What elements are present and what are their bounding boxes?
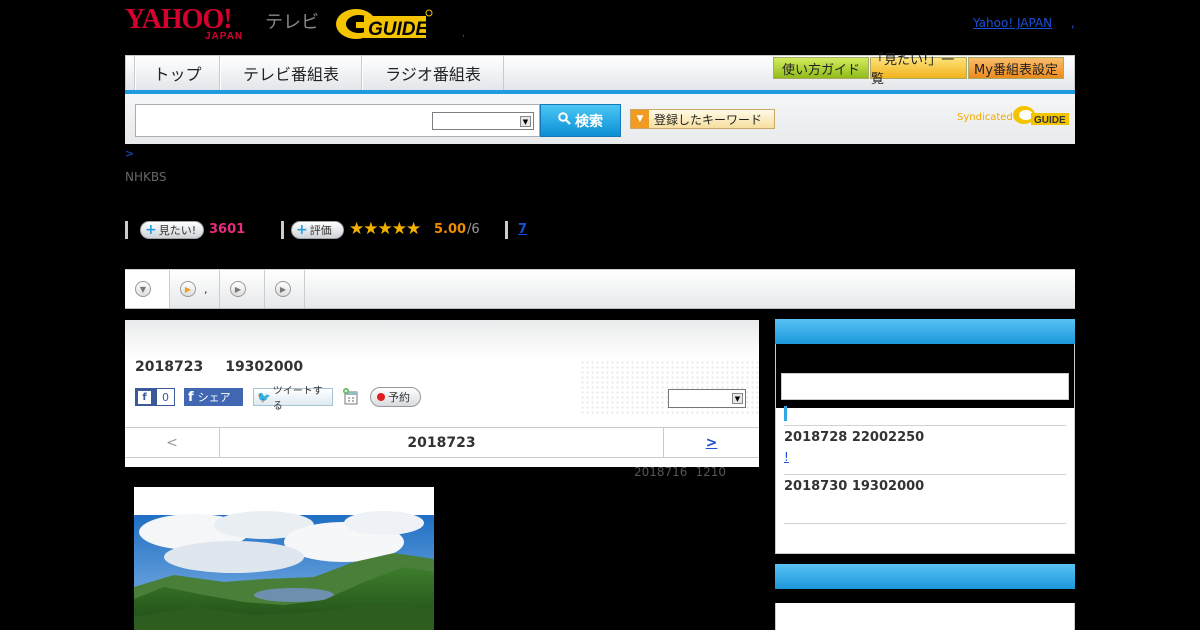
syndicated-text: Syndicated xyxy=(957,112,1013,123)
twitter-bird-icon: 🐦 xyxy=(257,390,271,404)
main-select[interactable]: ▼ xyxy=(668,389,746,408)
my-schedule-button[interactable]: My番組表設定 xyxy=(968,57,1064,79)
tab-3[interactable]: ▶ xyxy=(220,270,265,308)
rating-stars-icon: ★★★★★ xyxy=(349,219,421,239)
tab-2-label: , xyxy=(204,282,208,296)
breadcrumb[interactable]: > xyxy=(125,147,134,160)
gguide-logo[interactable]: GUIDE xyxy=(334,6,434,42)
tweet-button[interactable]: 🐦 ツイートする xyxy=(253,386,333,412)
add-calendar-icon[interactable] xyxy=(343,388,359,405)
divider xyxy=(281,221,284,239)
program-photo xyxy=(134,487,434,630)
reserve-button[interactable]: 予約 xyxy=(370,387,421,407)
facebook-icon: f xyxy=(138,390,151,404)
facebook-icon: f xyxy=(188,389,194,405)
logo-japan-text: JAPAN xyxy=(205,31,244,42)
nav-left-edge xyxy=(125,56,135,90)
registered-keywords-button[interactable]: ▼ 登録したキーワード xyxy=(630,109,775,129)
program-detail-header xyxy=(125,320,759,358)
facebook-share-label: シェア xyxy=(197,391,231,404)
prev-date-button[interactable]: < xyxy=(125,428,220,457)
record-icon xyxy=(377,393,385,401)
play-icon: ▶ xyxy=(230,281,246,297)
channel-name: NHKBS xyxy=(125,170,167,184)
updated-date: 2018716 xyxy=(634,465,688,479)
plus-icon: + xyxy=(296,222,308,238)
sidebar-panel-header xyxy=(775,319,1075,344)
divider xyxy=(784,425,1066,426)
tab-program-info[interactable]: ▼ xyxy=(125,270,170,308)
search-button[interactable]: 検索 xyxy=(540,104,621,137)
sidebar-item-title: 2018730 19302000 xyxy=(784,479,925,494)
chevron-down-icon: ▼ xyxy=(520,116,531,127)
air-date: 2018723 xyxy=(135,359,204,375)
review-count-link[interactable]: 7 xyxy=(518,222,527,237)
gguide-logo-text: GUIDE xyxy=(368,19,430,40)
divider xyxy=(505,221,508,239)
tv-logo-text: テレビ xyxy=(265,12,319,33)
facebook-share-button[interactable]: f シェア xyxy=(184,388,243,406)
want-count: 3601 xyxy=(209,222,246,237)
want-list-button[interactable]: 「見たい!」一覧 xyxy=(870,53,967,87)
play-icon: ▶ xyxy=(275,281,291,297)
sidebar-item-link[interactable] xyxy=(784,499,830,511)
play-icon: ▶ xyxy=(180,281,196,297)
updated-time: 1210 xyxy=(695,465,726,479)
registered-keywords-label: 登録したキーワード xyxy=(654,112,763,127)
want-button[interactable]: + 見たい! xyxy=(140,221,204,239)
air-time: 19302000 xyxy=(225,359,304,375)
mountain-lake-image xyxy=(134,487,434,630)
chevron-down-icon: ▼ xyxy=(135,281,151,297)
nav-tab-radio-schedule[interactable]: ラジオ番組表 xyxy=(362,56,504,90)
yahoo-link-dot: , xyxy=(1071,16,1075,30)
rating-count: /6 xyxy=(467,222,480,237)
next-date-button[interactable]: > xyxy=(663,428,759,457)
header-dot: , xyxy=(462,28,466,39)
rating-value: 5.00 xyxy=(434,222,467,237)
divider xyxy=(125,221,128,239)
nav-tab-top[interactable]: トップ xyxy=(135,56,220,90)
chevron-down-icon: ▼ xyxy=(631,110,649,128)
sidebar-panel-2-band xyxy=(776,589,1074,603)
yahoo-japan-logo[interactable]: YAHOO! JAPAN xyxy=(125,4,261,43)
divider xyxy=(784,523,1066,524)
rate-button-label: 評価 xyxy=(309,224,332,237)
gguide-logo-mark: GUIDE xyxy=(336,9,433,40)
rate-button[interactable]: + 評価 xyxy=(291,221,344,239)
section-marker xyxy=(784,406,787,421)
gguide-small-text: GUIDE xyxy=(1034,115,1066,126)
sidebar-item-link[interactable]: ! xyxy=(784,450,827,464)
nav-tab-tv-schedule[interactable]: テレビ番組表 xyxy=(220,56,362,90)
updated-datetime: 2018716 1210 xyxy=(634,465,726,479)
gguide-small-mark: GUIDE xyxy=(1013,106,1069,126)
search-icon xyxy=(558,112,571,129)
want-button-label: 見たい! xyxy=(158,224,197,237)
tab-2[interactable]: ▶ , xyxy=(170,270,220,308)
facebook-like-button[interactable]: f 0 xyxy=(135,388,175,406)
facebook-like-count: 0 xyxy=(157,389,174,405)
logo-yahoo-text: YAHOO! xyxy=(125,4,233,35)
sidebar-field[interactable] xyxy=(781,373,1069,400)
chevron-down-icon: ▼ xyxy=(732,393,743,404)
search-button-label: 検索 xyxy=(575,113,603,130)
tweet-label: ツイートする xyxy=(272,386,323,412)
air-datetime: 2018723 19302000 xyxy=(135,359,303,375)
guide-button[interactable]: 使い方ガイド xyxy=(773,57,869,79)
sidebar-panel-2-header xyxy=(775,564,1075,589)
syndicated-gguide-logo: Syndicated GUIDE xyxy=(957,103,1069,129)
yahoo-japan-link[interactable]: Yahoo! JAPAN xyxy=(973,16,1052,30)
tab-4[interactable]: ▶ xyxy=(265,270,305,308)
plus-icon: + xyxy=(145,222,157,238)
sidebar-item-title: 2018728 22002250 xyxy=(784,430,925,445)
sidebar-panel-2 xyxy=(775,603,1075,630)
search-category-select[interactable]: ▼ xyxy=(432,112,534,130)
current-date: 2018723 xyxy=(407,434,476,451)
reserve-label: 予約 xyxy=(388,391,410,404)
divider xyxy=(784,474,1066,475)
